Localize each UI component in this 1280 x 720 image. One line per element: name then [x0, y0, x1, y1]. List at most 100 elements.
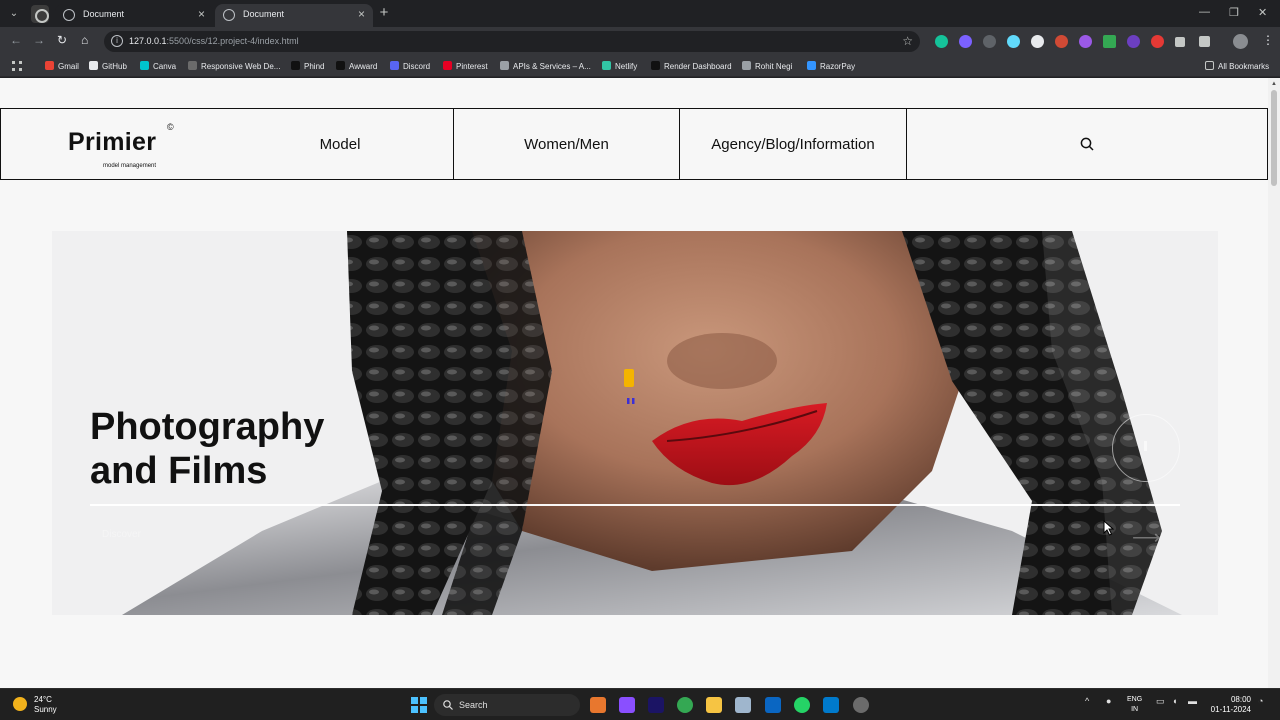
bookmark-item[interactable]: Rohit Negi [742, 61, 792, 71]
gmail-icon [45, 61, 54, 70]
extension-icon[interactable] [959, 35, 972, 48]
back-arrow-icon[interactable]: ← [10, 33, 22, 47]
url-text[interactable]: 127.0.0.1:5500/css/12.project-4/index.ht… [129, 36, 299, 46]
apps-grid-icon[interactable] [12, 61, 22, 71]
home-icon[interactable]: ⌂ [81, 33, 88, 47]
bookmark-item[interactable]: Phind [291, 61, 324, 71]
extension-icon[interactable] [1079, 35, 1092, 48]
taskbar-app-icon[interactable] [853, 697, 869, 713]
os-taskbar: 24°C Sunny Search ^ ● ENG IN ▭ ◖ ▬ 08:00… [0, 688, 1280, 720]
search-icon [1080, 137, 1094, 151]
bookmark-item[interactable]: Responsive Web De... [188, 61, 280, 71]
volume-icon[interactable]: ◖ [1172, 696, 1177, 706]
file-explorer-icon[interactable] [706, 697, 722, 713]
scrollbar-thumb[interactable] [1271, 90, 1277, 186]
globe-icon [223, 9, 235, 21]
extension-icon[interactable] [1103, 35, 1116, 48]
photos-icon[interactable] [735, 697, 751, 713]
extension-icon[interactable] [1031, 35, 1044, 48]
page-scrollbar[interactable]: ▲ [1268, 78, 1280, 688]
restore-window-icon[interactable]: ❐ [1229, 6, 1239, 19]
hero-scroll-circle-button[interactable] [1112, 414, 1180, 482]
bookmark-item[interactable]: Render Dashboard [651, 61, 732, 71]
bookmark-item[interactable]: Awward [336, 61, 377, 71]
all-bookmarks-button[interactable]: All Bookmarks [1205, 61, 1269, 71]
extension-icon[interactable] [1151, 35, 1164, 48]
bookmark-item[interactable]: Netlify [602, 61, 637, 71]
browser-tab-active[interactable]: Document × [215, 4, 373, 27]
language-indicator[interactable]: ENG IN [1127, 695, 1142, 715]
clock-time: 08:00 [1230, 695, 1251, 704]
bookmark-item[interactable]: Pinterest [443, 61, 488, 71]
windows-start-icon[interactable] [411, 697, 427, 713]
sun-icon[interactable] [13, 697, 27, 711]
whatsapp-icon[interactable] [794, 697, 810, 713]
bookmark-item[interactable]: Discord [390, 61, 430, 71]
network-icon[interactable]: ▭ [1156, 696, 1165, 707]
weather-text: Sunny [34, 705, 57, 714]
bookmark-item[interactable]: RazorPay [807, 61, 855, 71]
globe-icon [63, 9, 75, 21]
taskbar-app-icon[interactable] [590, 697, 606, 713]
hero-next-arrow-icon[interactable]: ⟶ [1132, 525, 1161, 550]
search-button[interactable] [906, 109, 1267, 179]
weather-widget[interactable]: 24°C Sunny [34, 695, 57, 715]
nav-women-men-link[interactable]: Women/Men [453, 109, 679, 179]
extension-icon[interactable] [1055, 35, 1068, 48]
brand-logo[interactable]: Primier © model management [1, 109, 227, 179]
nav-agency-blog-information-link[interactable]: Agency/Blog/Information [679, 109, 906, 179]
bookmark-star-icon[interactable]: ☆ [902, 34, 913, 48]
bookmark-item[interactable]: Gmail [45, 61, 79, 71]
linkedin-icon[interactable] [765, 697, 781, 713]
battery-icon[interactable]: ▬ [1188, 696, 1197, 706]
render-icon [651, 61, 660, 70]
region-code: IN [1131, 706, 1139, 713]
folder-icon [1205, 61, 1214, 70]
extension-icon[interactable] [1127, 35, 1140, 48]
taskbar-search-box[interactable]: Search [434, 694, 580, 716]
notification-bell-icon[interactable]: ◔ [1258, 696, 1263, 706]
site-info-icon[interactable]: i [111, 35, 123, 47]
close-window-icon[interactable]: ✕ [1258, 6, 1267, 19]
extension-icon[interactable] [983, 35, 996, 48]
microphone-icon[interactable]: ● [1106, 696, 1111, 706]
close-tab-icon[interactable]: × [358, 7, 365, 21]
hero-title: Photography and Films [90, 405, 324, 493]
browser-profile-icon[interactable] [31, 5, 49, 23]
tab-search-menu-icon[interactable]: ⌄ [6, 6, 22, 22]
bookmarks-bar: Gmail GitHub Canva Responsive Web De... … [0, 56, 1280, 77]
chrome-icon[interactable] [677, 697, 693, 713]
nav-model-link[interactable]: Model [227, 109, 453, 179]
hero-caption-link[interactable]: Discover [102, 529, 141, 540]
taskbar-app-icon[interactable] [619, 697, 635, 713]
scroll-up-icon[interactable]: ▲ [1271, 81, 1277, 87]
system-clock[interactable]: 08:00 01-11-2024 [1205, 695, 1251, 715]
browser-tab[interactable]: Document × [55, 4, 213, 27]
reload-icon[interactable]: ↻ [57, 33, 67, 47]
razorpay-icon [807, 61, 816, 70]
logo-text: Primier [68, 128, 157, 156]
avatar[interactable] [1233, 34, 1248, 49]
new-tab-button[interactable]: + [376, 5, 392, 21]
hero-title-line-1: Photography [90, 406, 325, 448]
grammarly-extension-icon[interactable] [935, 35, 948, 48]
hero-banner: Photography and Films Discover ⟶ [52, 231, 1218, 615]
address-bar[interactable]: i 127.0.0.1:5500/css/12.project-4/index.… [104, 31, 920, 52]
eyedropper-icon[interactable] [1175, 37, 1185, 47]
phind-icon [291, 61, 300, 70]
forward-arrow-icon[interactable]: → [33, 33, 45, 47]
minimize-window-icon[interactable]: — [1199, 6, 1210, 18]
vscode-icon[interactable] [823, 697, 839, 713]
search-icon [443, 700, 453, 710]
more-menu-icon[interactable]: ⋮ [1262, 33, 1274, 47]
premiere-pro-icon[interactable] [648, 697, 664, 713]
bookmark-item[interactable]: Canva [140, 61, 176, 71]
site-header: Primier © model management Model Women/M… [0, 108, 1268, 180]
show-hidden-icons-icon[interactable]: ^ [1085, 696, 1089, 706]
extensions-puzzle-icon[interactable] [1199, 36, 1210, 47]
bookmark-item[interactable]: APIs & Services – A... [500, 61, 591, 71]
bookmark-item[interactable]: GitHub [89, 61, 127, 71]
react-devtools-icon[interactable] [1007, 35, 1020, 48]
language-code: ENG [1127, 696, 1143, 703]
close-tab-icon[interactable]: × [198, 7, 205, 21]
